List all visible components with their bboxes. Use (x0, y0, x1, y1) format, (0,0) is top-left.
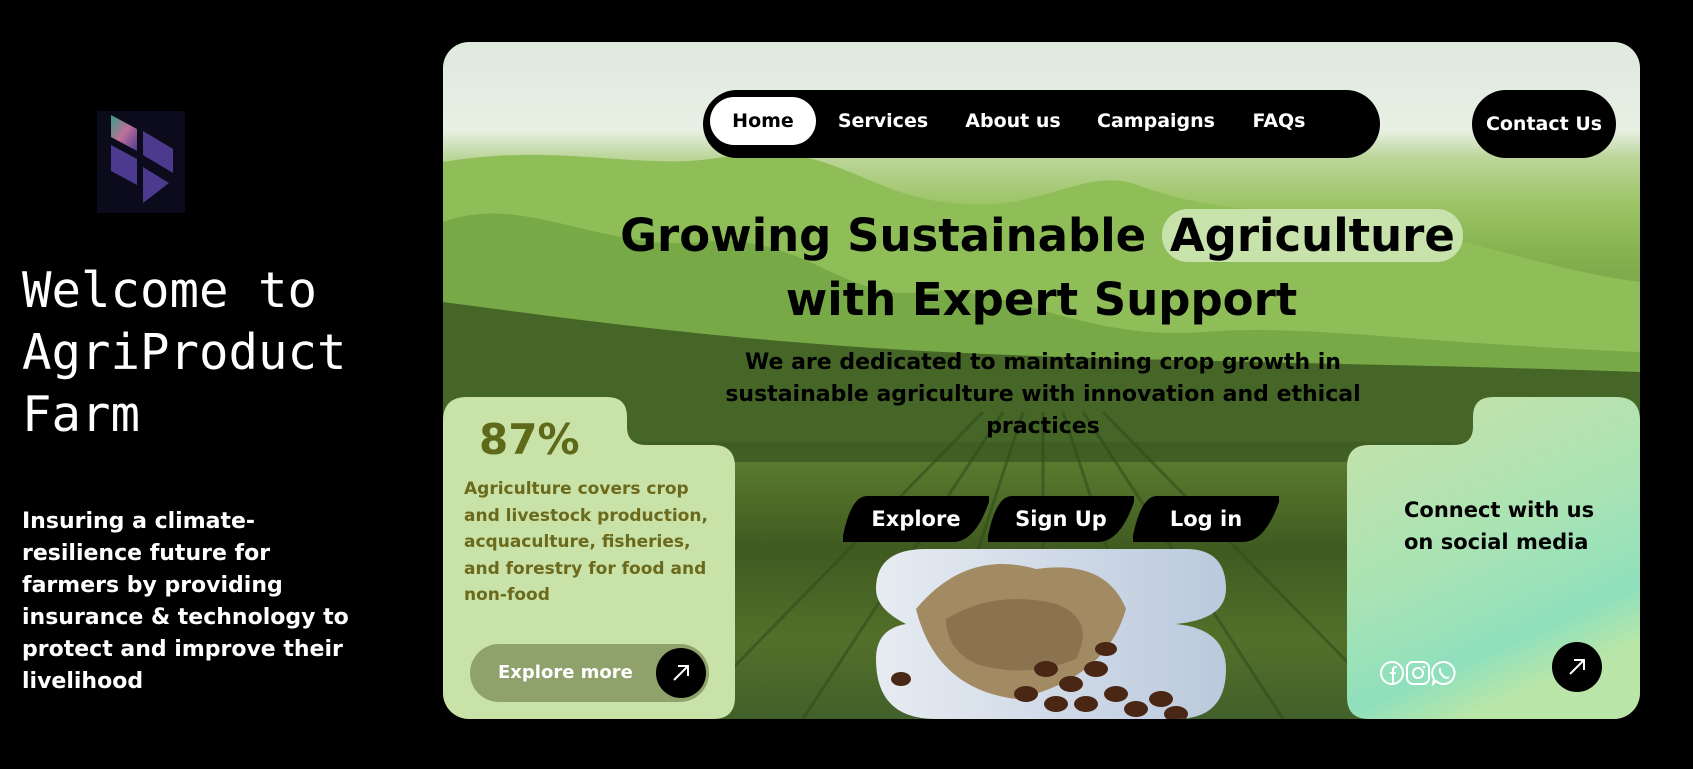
nav-home[interactable]: Home (710, 97, 816, 145)
nav-about-us[interactable]: About us (953, 97, 1073, 145)
headline-highlight: Agriculture (1161, 209, 1463, 262)
logo (97, 111, 185, 213)
social-title: Connect with us on social media (1404, 498, 1595, 554)
hero-headline: Growing Sustainable Agriculture with Exp… (443, 204, 1640, 332)
hero-subtitle: We are dedicated to maintaining crop gro… (725, 350, 1361, 439)
log-in-label: Log in (1169, 507, 1243, 531)
stat-description: Agriculture covers crop and livestock pr… (464, 479, 708, 605)
hero-section: Home Services About us Campaigns FAQs Co… (443, 42, 1640, 719)
nav-campaigns[interactable]: Campaigns (1086, 97, 1226, 145)
whatsapp-icon[interactable] (1431, 660, 1457, 686)
sign-up-button[interactable]: Sign Up (988, 496, 1134, 542)
headline-part1: Growing Sustainable (620, 209, 1162, 262)
coffee-beans-image (876, 549, 1226, 719)
social-arrow-button[interactable] (1552, 642, 1602, 692)
stat-value: 87% (479, 415, 580, 464)
welcome-heading: Welcome to AgriProduct Farm (22, 262, 347, 443)
nav-faqs[interactable]: FAQs (1239, 97, 1319, 145)
tagline: Insuring a climate-resilience future for… (22, 509, 349, 694)
explore-button[interactable]: Explore (843, 496, 989, 542)
explore-more-label: Explore more (498, 662, 633, 683)
arrow-up-right-icon (656, 648, 706, 698)
explore-more-button[interactable]: Explore more (470, 644, 709, 702)
instagram-icon[interactable] (1405, 660, 1431, 686)
log-in-button[interactable]: Log in (1133, 496, 1279, 542)
nav-services[interactable]: Services (830, 97, 936, 145)
facebook-icon[interactable] (1379, 660, 1405, 686)
contact-us-button[interactable]: Contact Us (1472, 90, 1616, 158)
arrow-up-right-icon (1569, 659, 1585, 675)
sign-up-label: Sign Up (1015, 507, 1107, 531)
main-nav: Home Services About us Campaigns FAQs (703, 90, 1380, 158)
explore-label: Explore (871, 507, 961, 531)
headline-line2: with Expert Support (785, 273, 1298, 326)
